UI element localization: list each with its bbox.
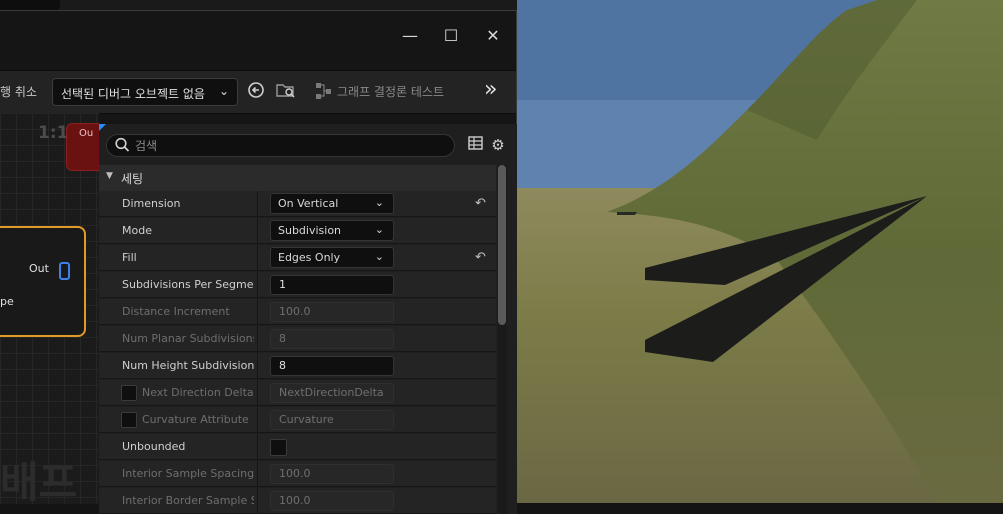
debug-object-label: 선택된 디버그 오브젝트 없음 [61, 87, 205, 101]
property-row-num-planar-subdivisions: Num Planar Subdivisions 8 [99, 326, 496, 352]
curvature-attribute-field: Curvature [270, 410, 394, 430]
undo-button[interactable]: 행 취소 [0, 83, 37, 100]
property-row-distance-increment: Distance Increment 100.0 [99, 299, 496, 325]
property-label: Next Direction Delta... [142, 386, 254, 399]
zoom-level: 1:1 [38, 123, 69, 143]
property-label: Fill [122, 251, 137, 264]
gear-icon[interactable]: ⚙ [489, 136, 507, 154]
title-bar[interactable]: — ☐ ✕ [0, 11, 516, 69]
chevron-down-icon: ⌄ [374, 250, 384, 263]
search-input[interactable] [135, 137, 435, 154]
property-row-unbounded: Unbounded [99, 434, 496, 460]
property-row-subdivisions-per-segment: Subdivisions Per Segment 1 [99, 272, 496, 298]
minimize-button[interactable]: — [395, 21, 425, 51]
mode-combo[interactable]: Subdivision ⌄ [270, 220, 394, 241]
combo-value: Subdivision [278, 224, 342, 237]
field-value: 8 [279, 359, 286, 372]
property-row-num-height-subdivisions: Num Height Subdivisions 8 [99, 353, 496, 379]
next-direction-delta-field: NextDirectionDelta [270, 383, 394, 403]
field-value: 8 [279, 332, 286, 345]
folder-search-icon[interactable] [276, 81, 296, 101]
chevron-down-icon: ⌄ [374, 223, 384, 236]
property-label: Interior Border Sample S... [122, 494, 254, 507]
field-value: Curvature [279, 413, 334, 426]
output-pin-icon[interactable] [59, 262, 70, 280]
property-label: Num Planar Subdivisions [122, 332, 254, 345]
override-checkbox[interactable] [121, 385, 137, 401]
table-view-icon[interactable] [466, 136, 484, 154]
interior-border-sample-spacing-field: 100.0 [270, 491, 394, 511]
property-label: Curvature Attribute [142, 413, 249, 426]
property-row-fill: Fill Edges Only ⌄ ↶ [99, 245, 496, 271]
panel-focus-accent [99, 124, 106, 131]
unbounded-checkbox[interactable] [270, 439, 287, 456]
details-panel: ⚙ ▼ 세팅 Dimension On Vertical ⌄ ↶ Mode Sub… [99, 124, 517, 514]
field-value: 100.0 [279, 305, 311, 318]
close-button[interactable]: ✕ [478, 21, 508, 51]
field-value: NextDirectionDelta [279, 386, 384, 399]
reset-to-default-icon[interactable]: ↶ [475, 250, 486, 265]
search-icon [115, 137, 130, 157]
property-row-mode: Mode Subdivision ⌄ [99, 218, 496, 244]
dimension-combo[interactable]: On Vertical ⌄ [270, 193, 394, 214]
property-row-curvature-attribute: Curvature Attribute Curvature [99, 407, 496, 433]
chevron-down-icon: ⌄ [218, 84, 229, 98]
node-pin-label: pe [0, 295, 14, 308]
property-label: Num Height Subdivisions [122, 359, 254, 372]
selected-graph-node[interactable]: Out pe [0, 226, 86, 337]
property-label: Dimension [122, 197, 181, 210]
distance-increment-field: 100.0 [270, 302, 394, 322]
node-output-label: Out [29, 262, 49, 275]
graph-nodes-icon[interactable] [314, 81, 334, 101]
pcg-editor-window: — ☐ ✕ 행 취소 선택된 디버그 오브젝트 없음 ⌄ 그래프 결정론 테스트… [0, 10, 517, 514]
more-options-icon[interactable]: » [484, 77, 497, 102]
maximize-button[interactable]: ☐ [436, 21, 466, 51]
graph-determinism-test-button[interactable]: 그래프 결정론 테스트 [337, 83, 444, 100]
property-label: Unbounded [122, 440, 186, 453]
override-checkbox[interactable] [121, 412, 137, 428]
combo-value: Edges Only [278, 251, 341, 264]
graph-canvas[interactable]: 1:1 Ou Out pe 배프 [0, 113, 99, 504]
back-arrow-icon[interactable] [246, 81, 266, 101]
field-value: 100.0 [279, 494, 311, 507]
property-row-interior-border-sample-spacing: Interior Border Sample S... 100.0 [99, 488, 496, 514]
interior-sample-spacing-field: 100.0 [270, 464, 394, 484]
property-row-interior-sample-spacing: Interior Sample Spacing 100.0 [99, 461, 496, 487]
details-search[interactable] [106, 134, 455, 157]
section-title: 세팅 [121, 172, 144, 186]
combo-value: On Vertical [278, 197, 339, 210]
num-height-subdivisions-field[interactable]: 8 [270, 356, 394, 376]
output-node[interactable]: Ou [66, 123, 99, 171]
num-planar-subdivisions-field: 8 [270, 329, 394, 349]
property-row-dimension: Dimension On Vertical ⌄ ↶ [99, 191, 496, 217]
editor-toolbar: 행 취소 선택된 디버그 오브젝트 없음 ⌄ 그래프 결정론 테스트 » [0, 70, 516, 114]
details-scrollbar[interactable] [498, 165, 507, 514]
level-viewport[interactable] [517, 0, 1003, 503]
field-value: 1 [279, 278, 286, 291]
fill-combo[interactable]: Edges Only ⌄ [270, 247, 394, 268]
graph-watermark: 배프 [0, 458, 78, 504]
subdivisions-per-segment-field[interactable]: 1 [270, 275, 394, 295]
viewport-scene [517, 0, 1003, 503]
scrollbar-thumb[interactable] [498, 165, 506, 325]
property-label: Subdivisions Per Segment [122, 278, 254, 291]
field-value: 100.0 [279, 467, 311, 480]
reset-to-default-icon[interactable]: ↶ [475, 196, 486, 211]
output-node-title: Ou [79, 128, 94, 139]
settings-section-header[interactable]: ▼ 세팅 [99, 165, 496, 191]
collapse-triangle-icon: ▼ [106, 171, 113, 181]
property-label: Distance Increment [122, 305, 230, 318]
debug-object-select[interactable]: 선택된 디버그 오브젝트 없음 ⌄ [52, 78, 238, 106]
property-row-next-direction-delta: Next Direction Delta... NextDirectionDel… [99, 380, 496, 406]
property-label: Interior Sample Spacing [122, 467, 254, 480]
chevron-down-icon: ⌄ [374, 196, 384, 209]
property-label: Mode [122, 224, 152, 237]
